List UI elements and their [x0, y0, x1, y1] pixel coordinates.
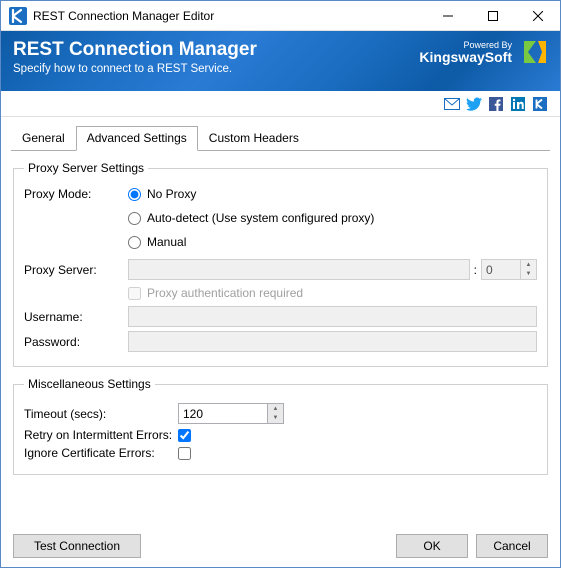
proxy-colon: :	[474, 263, 477, 277]
close-button[interactable]	[515, 1, 560, 30]
header-band: REST Connection Manager Specify how to c…	[1, 31, 560, 91]
proxy-server-label: Proxy Server:	[24, 263, 128, 277]
proxy-auth-row: Proxy authentication required	[128, 286, 537, 300]
timeout-spin-up[interactable]: ▲	[268, 404, 283, 414]
username-input	[128, 306, 537, 327]
proxy-mode-label: Proxy Mode:	[24, 187, 128, 201]
test-connection-button[interactable]: Test Connection	[13, 534, 141, 558]
ignore-cert-checkbox[interactable]	[178, 447, 191, 460]
timeout-input[interactable]	[178, 403, 268, 424]
password-label: Password:	[24, 335, 128, 349]
cancel-button[interactable]: Cancel	[476, 534, 548, 558]
tab-advanced-settings[interactable]: Advanced Settings	[76, 126, 198, 151]
window-controls	[425, 1, 560, 30]
radio-auto-detect-label: Auto-detect (Use system configured proxy…	[147, 211, 374, 225]
ignore-cert-label: Ignore Certificate Errors:	[24, 446, 178, 460]
port-spin-up: ▲	[521, 260, 536, 270]
radio-auto-detect[interactable]: Auto-detect (Use system configured proxy…	[128, 211, 374, 225]
email-icon[interactable]	[444, 96, 460, 112]
ok-button[interactable]: OK	[396, 534, 468, 558]
brand-name: KingswaySoft	[419, 50, 512, 64]
retry-label: Retry on Intermittent Errors:	[24, 428, 178, 442]
radio-manual[interactable]: Manual	[128, 235, 374, 249]
misc-legend: Miscellaneous Settings	[24, 377, 155, 391]
retry-checkbox[interactable]	[178, 429, 191, 442]
tabs: General Advanced Settings Custom Headers	[11, 125, 550, 151]
minimize-icon	[443, 11, 453, 21]
radio-no-proxy-label: No Proxy	[147, 187, 196, 201]
radio-manual-input[interactable]	[128, 236, 141, 249]
k-icon[interactable]	[532, 96, 548, 112]
window-title: REST Connection Manager Editor	[33, 9, 425, 23]
proxy-server-input	[128, 259, 470, 280]
username-label: Username:	[24, 310, 128, 324]
radio-no-proxy-input[interactable]	[128, 188, 141, 201]
proxy-legend: Proxy Server Settings	[24, 161, 148, 175]
port-spin-down: ▼	[521, 270, 536, 280]
tab-content: Proxy Server Settings Proxy Mode: No Pro…	[1, 151, 560, 525]
linkedin-icon[interactable]	[510, 96, 526, 112]
proxy-auth-checkbox	[128, 287, 141, 300]
twitter-icon[interactable]	[466, 96, 482, 112]
brand-logo-icon	[522, 39, 548, 65]
tab-general[interactable]: General	[11, 126, 76, 151]
radio-auto-detect-input[interactable]	[128, 212, 141, 225]
minimize-button[interactable]	[425, 1, 470, 30]
proxy-port-input	[481, 259, 521, 280]
misc-settings-group: Miscellaneous Settings Timeout (secs): ▲…	[13, 377, 548, 475]
maximize-button[interactable]	[470, 1, 515, 30]
brand-area: Powered By KingswaySoft	[419, 39, 548, 65]
app-icon	[9, 7, 27, 25]
titlebar: REST Connection Manager Editor	[1, 1, 560, 31]
social-row	[1, 91, 560, 117]
password-input	[128, 331, 537, 352]
radio-manual-label: Manual	[147, 235, 186, 249]
brand-text: Powered By KingswaySoft	[419, 41, 512, 64]
timeout-spinner[interactable]: ▲ ▼	[268, 403, 284, 424]
proxy-server-settings-group: Proxy Server Settings Proxy Mode: No Pro…	[13, 161, 548, 367]
proxy-auth-label: Proxy authentication required	[147, 286, 303, 300]
facebook-icon[interactable]	[488, 96, 504, 112]
close-icon	[533, 11, 543, 21]
radio-no-proxy[interactable]: No Proxy	[128, 187, 374, 201]
bottom-bar: Test Connection OK Cancel	[1, 525, 560, 567]
timeout-spin-down[interactable]: ▼	[268, 414, 283, 424]
window: REST Connection Manager Editor REST Conn…	[0, 0, 561, 568]
tab-custom-headers[interactable]: Custom Headers	[198, 126, 310, 151]
port-spinner: ▲ ▼	[521, 259, 537, 280]
proxy-mode-options: No Proxy Auto-detect (Use system configu…	[128, 187, 374, 249]
maximize-icon	[488, 11, 498, 21]
timeout-label: Timeout (secs):	[24, 407, 178, 421]
